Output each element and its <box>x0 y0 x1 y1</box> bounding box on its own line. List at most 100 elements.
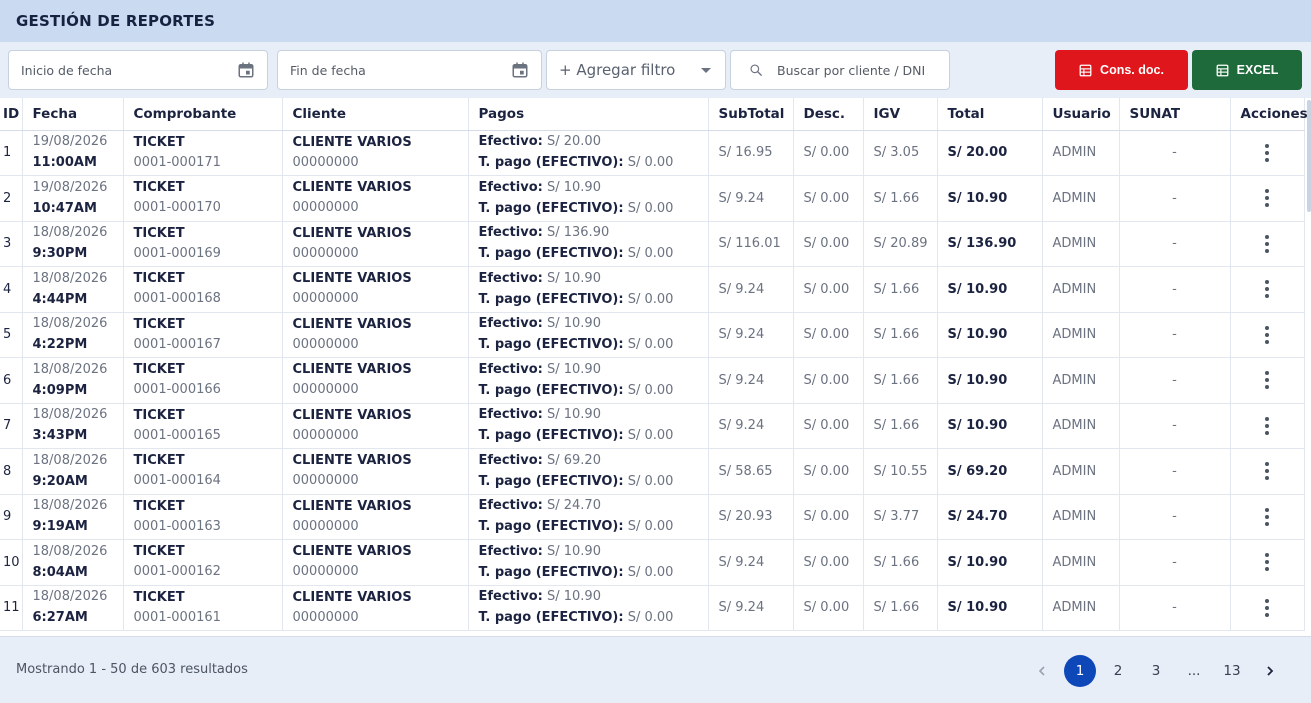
vertical-scrollbar[interactable] <box>1307 100 1311 212</box>
cell-comprobante: TICKET 0001-000162 <box>123 539 283 586</box>
date-text: 18/08/2026 <box>32 407 108 423</box>
cell-id: 10 <box>0 539 23 586</box>
cell-cliente: CLIENTE VARIOS 00000000 <box>282 175 469 222</box>
cell-acciones <box>1230 221 1305 267</box>
more-actions-icon[interactable] <box>1241 371 1294 390</box>
more-actions-icon[interactable] <box>1241 143 1294 162</box>
payment-label: Efectivo: <box>478 543 543 559</box>
payment-cash: S/ 10.90 <box>546 543 601 559</box>
column-header-id[interactable]: ID <box>0 98 23 131</box>
prev-page-button[interactable] <box>1023 655 1061 687</box>
payment-cash: S/ 10.90 <box>546 316 601 332</box>
cell-sunat: - <box>1119 357 1231 404</box>
cell-pagos: Efectivo: S/ 10.90 T. pago (EFECTIVO): S/… <box>468 357 709 404</box>
doc-number: 0001-000163 <box>133 518 221 534</box>
cell-desc: S/ 0.00 <box>793 357 864 404</box>
cell-id: 6 <box>0 357 23 404</box>
date-text: 18/08/2026 <box>32 498 108 514</box>
date-text: 19/08/2026 <box>32 179 108 195</box>
cell-desc: S/ 0.00 <box>793 539 864 586</box>
cell-comprobante: TICKET 0001-000170 <box>123 175 283 222</box>
cell-desc: S/ 0.00 <box>793 585 864 631</box>
next-page-button[interactable] <box>1251 655 1289 687</box>
client-name: CLIENTE VARIOS <box>292 362 412 378</box>
cell-fecha: 18/08/2026 4:22PM <box>22 312 124 358</box>
cell-usuario: ADMIN <box>1042 403 1120 449</box>
column-header-desc[interactable]: Desc. <box>793 98 864 131</box>
cell-pagos: Efectivo: S/ 24.70 T. pago (EFECTIVO): S/… <box>468 494 709 540</box>
cell-comprobante: TICKET 0001-000161 <box>123 585 283 631</box>
client-doc: 00000000 <box>292 427 359 443</box>
excel-button[interactable]: EXCEL <box>1192 50 1302 90</box>
column-header-usuario[interactable]: Usuario <box>1042 98 1120 131</box>
page-button-2[interactable]: 2 <box>1099 655 1137 687</box>
column-header-igv[interactable]: IGV <box>863 98 938 131</box>
cell-fecha: 18/08/2026 9:30PM <box>22 221 124 267</box>
column-header-acciones[interactable]: Acciones <box>1230 98 1308 131</box>
table-row[interactable]: 4 18/08/2026 4:44PM TICKET 0001-000168 CLIENT… <box>0 266 1305 313</box>
cell-pagos: Efectivo: S/ 10.90 T. pago (EFECTIVO): S/… <box>468 403 709 449</box>
more-actions-icon[interactable] <box>1241 325 1294 344</box>
table-row[interactable]: 9 18/08/2026 9:19AM TICKET 0001-000163 CLIENT… <box>0 494 1305 540</box>
table-row[interactable]: 3 18/08/2026 9:30PM TICKET 0001-000169 CLIENT… <box>0 221 1305 267</box>
client-name: CLIENTE VARIOS <box>292 544 412 560</box>
cell-total: S/ 10.90 <box>937 266 1043 313</box>
table-row[interactable]: 6 18/08/2026 4:09PM TICKET 0001-000166 CLIENT… <box>0 357 1305 404</box>
more-actions-icon[interactable] <box>1241 189 1294 208</box>
cell-desc: S/ 0.00 <box>793 266 864 313</box>
cons-doc-button[interactable]: Cons. doc. <box>1055 50 1188 90</box>
more-actions-icon[interactable] <box>1241 234 1294 253</box>
more-actions-icon[interactable] <box>1241 416 1294 435</box>
more-actions-icon[interactable] <box>1241 553 1294 572</box>
column-header-fecha[interactable]: Fecha <box>22 98 124 131</box>
cell-cliente: CLIENTE VARIOS 00000000 <box>282 494 469 540</box>
table-row[interactable]: 5 18/08/2026 4:22PM TICKET 0001-000167 CLIENT… <box>0 312 1305 358</box>
table-row[interactable]: 1 19/08/2026 11:00AM TICKET 0001-000171 CLIEN… <box>0 130 1305 176</box>
cell-fecha: 18/08/2026 6:27AM <box>22 585 124 631</box>
doc-number: 0001-000164 <box>133 473 221 489</box>
cell-usuario: ADMIN <box>1042 221 1120 267</box>
page-button-13[interactable]: 13 <box>1213 655 1251 687</box>
table-row[interactable]: 2 19/08/2026 10:47AM TICKET 0001-000170 CLIEN… <box>0 175 1305 222</box>
table-row[interactable]: 7 18/08/2026 3:43PM TICKET 0001-000165 CLIENT… <box>0 403 1305 449</box>
payment-cash: S/ 10.90 <box>546 589 601 605</box>
page-button-1[interactable]: 1 <box>1061 655 1099 687</box>
column-header-pagos[interactable]: Pagos <box>468 98 709 131</box>
cell-usuario: ADMIN <box>1042 266 1120 313</box>
payment-type-value: S/ 0.00 <box>627 382 674 398</box>
page-button-3[interactable]: 3 <box>1137 655 1175 687</box>
reports-app: GESTIÓN DE REPORTES Inicio de fecha Fin … <box>0 0 1311 703</box>
calendar-icon[interactable] <box>511 61 529 79</box>
calendar-icon[interactable] <box>237 61 255 79</box>
end-date-input[interactable]: Fin de fecha <box>277 50 542 90</box>
cell-subtotal: S/ 9.24 <box>708 312 794 358</box>
table-row[interactable]: 10 18/08/2026 8:04AM TICKET 0001-000162 CLIEN… <box>0 539 1305 586</box>
add-filter-dropdown[interactable]: + Agregar filtro <box>546 50 726 90</box>
payment-label: Efectivo: <box>478 225 543 241</box>
table-row[interactable]: 11 18/08/2026 6:27AM TICKET 0001-000161 CLIEN… <box>0 585 1305 631</box>
column-header-sunat[interactable]: SUNAT <box>1119 98 1231 131</box>
cell-subtotal: S/ 9.24 <box>708 539 794 586</box>
time-text: 4:44PM <box>32 291 88 307</box>
cell-igv: S/ 1.66 <box>863 403 938 449</box>
doc-type: TICKET <box>133 362 185 378</box>
column-header-subtotal[interactable]: SubTotal <box>708 98 794 131</box>
cell-comprobante: TICKET 0001-000166 <box>123 357 283 404</box>
time-text: 9:20AM <box>32 473 88 489</box>
search-input[interactable]: Buscar por cliente / DNI <box>730 50 950 90</box>
column-header-comprobante[interactable]: Comprobante <box>123 98 283 131</box>
cell-total: S/ 69.20 <box>937 448 1043 495</box>
more-actions-icon[interactable] <box>1241 462 1294 481</box>
cell-desc: S/ 0.00 <box>793 494 864 540</box>
more-actions-icon[interactable] <box>1241 598 1294 617</box>
table-row[interactable]: 8 18/08/2026 9:20AM TICKET 0001-000164 CLIENT… <box>0 448 1305 495</box>
cell-id: 7 <box>0 403 23 449</box>
payment-label: Efectivo: <box>478 316 543 332</box>
doc-number: 0001-000161 <box>133 609 221 625</box>
column-header-cliente[interactable]: Cliente <box>282 98 469 131</box>
cell-total: S/ 10.90 <box>937 312 1043 358</box>
start-date-input[interactable]: Inicio de fecha <box>8 50 268 90</box>
more-actions-icon[interactable] <box>1241 280 1294 299</box>
more-actions-icon[interactable] <box>1241 507 1294 526</box>
column-header-total[interactable]: Total <box>937 98 1043 131</box>
